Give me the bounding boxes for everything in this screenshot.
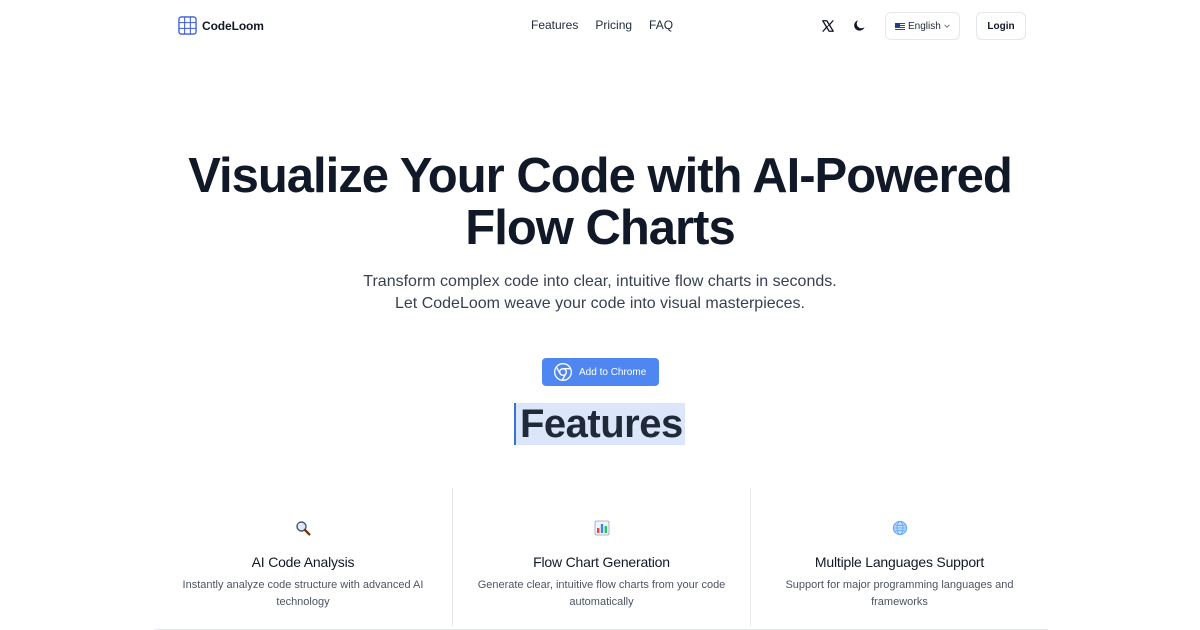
nav-link-faq[interactable]: FAQ [649, 18, 673, 32]
site-header: CodeLoom Features Pricing FAQ English Lo… [0, 0, 1200, 52]
feature-description: Support for major programming languages … [785, 579, 1014, 608]
hero-title: Visualize Your Code with AI-Powered Flow… [0, 150, 1200, 254]
brand-link[interactable]: CodeLoom [178, 16, 264, 35]
magnifier-icon [154, 520, 452, 536]
globe-icon [751, 520, 1048, 536]
add-to-chrome-button[interactable]: Add to Chrome [542, 358, 659, 386]
moon-icon [852, 18, 868, 33]
feature-card-flow-chart-generation: Flow Chart Generation Generate clear, in… [452, 488, 750, 626]
hero-subtitle-line-1: Transform complex code into clear, intui… [363, 273, 837, 290]
hero-title-line-2: Flow Charts [465, 201, 735, 255]
chevron-down-icon [941, 22, 951, 30]
login-button[interactable]: Login [976, 12, 1026, 40]
grid-logo-icon [178, 16, 197, 35]
nav-link-features[interactable]: Features [531, 18, 578, 32]
brand-name: CodeLoom [202, 18, 264, 33]
x-social-button[interactable] [820, 18, 836, 34]
feature-description: Generate clear, intuitive flow charts fr… [477, 579, 726, 608]
feature-description: Instantly analyze code structure with ad… [182, 579, 424, 608]
theme-toggle-button[interactable] [852, 18, 868, 34]
chrome-icon [553, 362, 579, 382]
us-flag-icon [895, 22, 905, 30]
feature-title: Flow Chart Generation [533, 554, 670, 570]
hero-subtitle: Transform complex code into clear, intui… [0, 271, 1200, 315]
feature-card-multiple-languages: Multiple Languages Support Support for m… [750, 488, 1048, 626]
nav-link-pricing[interactable]: Pricing [595, 18, 632, 32]
bar-chart-icon [453, 520, 750, 536]
feature-card-ai-code-analysis: AI Code Analysis Instantly analyze code … [154, 488, 452, 626]
hero-subtitle-line-2: Let CodeLoom weave your code into visual… [395, 295, 805, 312]
x-logo-icon [820, 19, 836, 33]
language-label: English [908, 20, 941, 32]
add-to-chrome-label: Add to Chrome [579, 366, 647, 378]
feature-title: AI Code Analysis [251, 554, 355, 570]
language-select[interactable]: English [885, 12, 960, 40]
features-heading: Features [514, 403, 685, 445]
hero-title-line-1: Visualize Your Code with AI-Powered [188, 149, 1013, 203]
feature-cards: AI Code Analysis Instantly analyze code … [154, 488, 1048, 630]
feature-title: Multiple Languages Support [814, 554, 985, 570]
main-nav: Features Pricing FAQ [531, 18, 673, 32]
